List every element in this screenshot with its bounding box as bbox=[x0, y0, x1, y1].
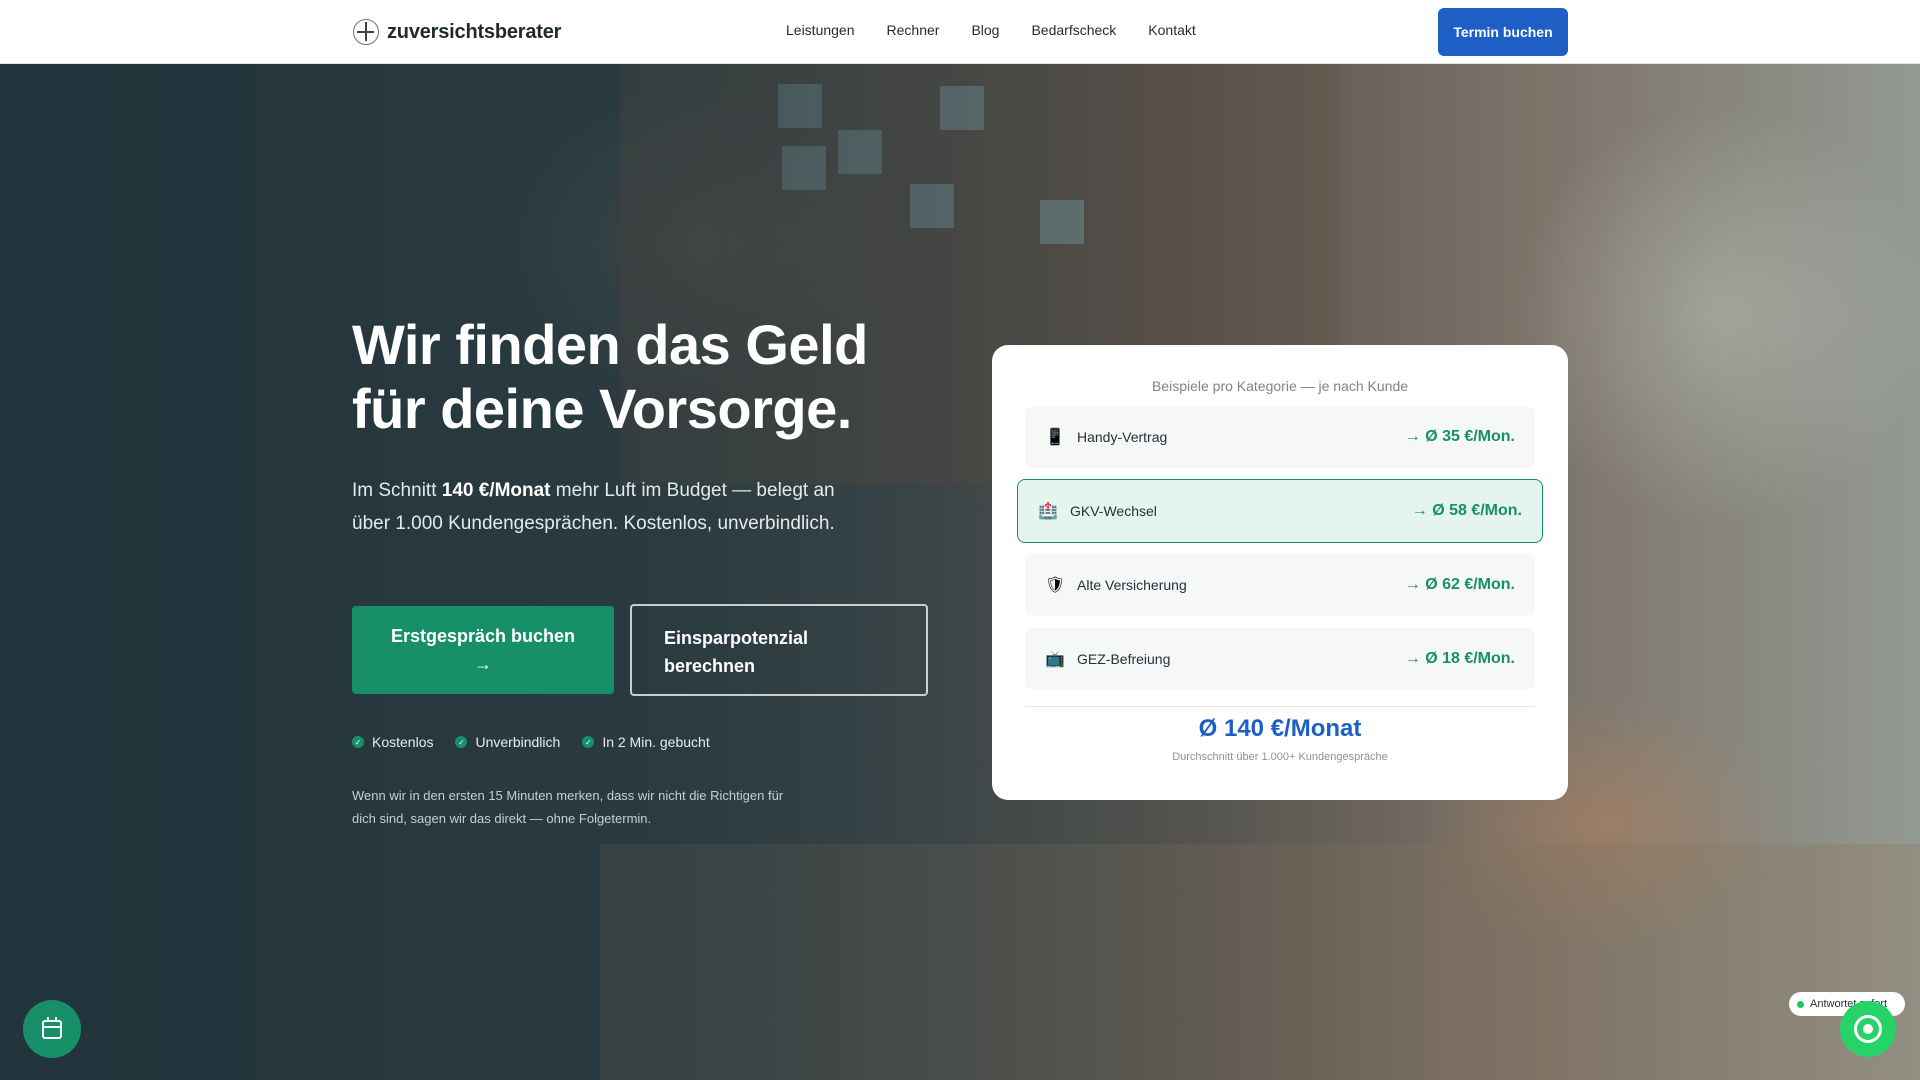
check-item: ✓ In 2 Min. gebucht bbox=[582, 734, 710, 750]
subtitle-highlight: 140 €/Monat bbox=[441, 480, 551, 501]
savings-row-value: → Ø 35 €/Mon. bbox=[1404, 428, 1515, 445]
check-item: ✓ Unverbindlich bbox=[455, 734, 560, 750]
savings-row-gez-befreiung[interactable]: 📺 GEZ-Befreiung → Ø 18 €/Mon. bbox=[1025, 628, 1535, 690]
hospital-icon: 🏥 bbox=[1038, 503, 1058, 520]
book-consultation-button[interactable]: Erstgespräch buchen → bbox=[352, 606, 614, 694]
savings-row-value: → Ø 62 €/Mon. bbox=[1404, 576, 1515, 593]
headline-line-2: für deine Vorsorge. bbox=[352, 377, 852, 440]
main-nav: Leistungen Rechner Blog Bedarfscheck Kon… bbox=[786, 22, 1196, 38]
nav-item-bedarfscheck[interactable]: Bedarfscheck bbox=[1031, 22, 1116, 38]
arrow-right-icon: → bbox=[474, 654, 492, 674]
calculate-savings-label-line-1: Einsparpotenzial bbox=[664, 628, 809, 648]
nav-item-rechner[interactable]: Rechner bbox=[887, 22, 940, 38]
logo-text: zuversichtsberater bbox=[387, 20, 562, 43]
check-label: In 2 Min. gebucht bbox=[602, 734, 710, 750]
checkmark-icon: ✓ bbox=[582, 736, 595, 748]
savings-card-caption: Beispiele pro Kategorie — je nach Kunde bbox=[1151, 378, 1409, 394]
nav-item-leistungen[interactable]: Leistungen bbox=[786, 22, 855, 38]
nav-item-blog[interactable]: Blog bbox=[971, 22, 999, 38]
savings-total-caption: Durchschnitt über 1.000+ Kundengespräche bbox=[1172, 751, 1388, 763]
savings-row-label: GEZ-Befreiung bbox=[1077, 651, 1171, 667]
tv-icon: 📺 bbox=[1045, 651, 1065, 668]
calendar-icon bbox=[42, 1016, 62, 1039]
savings-card: Beispiele pro Kategorie — je nach Kunde … bbox=[992, 345, 1568, 800]
card-divider bbox=[1025, 706, 1535, 707]
shield-icon: 🛡 bbox=[1044, 577, 1066, 594]
whatsapp-button[interactable] bbox=[1840, 1001, 1896, 1057]
checkmark-icon: ✓ bbox=[455, 736, 468, 748]
savings-total: Ø 140 €/Monat bbox=[1198, 715, 1362, 742]
savings-row-alte-versicherung[interactable]: 🛡 Alte Versicherung → Ø 62 €/Mon. bbox=[1025, 554, 1535, 616]
savings-row-label: Handy-Vertrag bbox=[1077, 429, 1168, 445]
mobile-phone-icon: 📱 bbox=[1045, 429, 1065, 446]
hero-overlay bbox=[0, 64, 1920, 1080]
savings-row-label: Alte Versicherung bbox=[1077, 577, 1187, 593]
calendar-button[interactable] bbox=[23, 1000, 81, 1058]
check-label: Unverbindlich bbox=[475, 734, 561, 750]
logo[interactable]: zuversichtsberater bbox=[353, 18, 561, 46]
whatsapp-icon bbox=[1854, 1015, 1882, 1043]
savings-row-value: → Ø 18 €/Mon. bbox=[1404, 650, 1515, 667]
savings-row-value: → Ø 58 €/Mon. bbox=[1411, 502, 1522, 519]
savings-row-handy-vertrag[interactable]: 📱 Handy-Vertrag → Ø 35 €/Mon. bbox=[1025, 406, 1535, 468]
hero-headline: Wir finden das Geld für deine Vorsorge. bbox=[352, 313, 912, 441]
hero-subtitle: Im Schnitt 140 €/Monat mehr Luft im Budg… bbox=[352, 474, 872, 540]
check-item: ✓ Kostenlos bbox=[352, 734, 433, 750]
savings-row-gkv-wechsel[interactable]: 🏥 GKV-Wechsel → Ø 58 €/Mon. bbox=[1017, 479, 1543, 543]
book-consultation-label: Erstgespräch buchen bbox=[390, 626, 576, 646]
book-appointment-button[interactable]: Termin buchen bbox=[1438, 8, 1568, 56]
compass-logo-icon bbox=[353, 19, 379, 45]
headline-line-1: Wir finden das Geld bbox=[352, 313, 868, 376]
checkmark-icon: ✓ bbox=[352, 736, 364, 748]
calculate-savings-label-line-2: berechnen bbox=[664, 656, 756, 676]
trust-checks: ✓ Kostenlos ✓ Unverbindlich ✓ In 2 Min. … bbox=[352, 734, 710, 750]
site-header: zuversichtsberater Leistungen Rechner Bl… bbox=[0, 0, 1920, 64]
calculate-savings-button[interactable]: Einsparpotenzial berechnen bbox=[630, 604, 928, 696]
hero-note: Wenn wir in den ersten 15 Minuten merken… bbox=[352, 788, 784, 826]
subtitle-text: Im Schnitt bbox=[352, 480, 442, 501]
hero-section bbox=[0, 64, 1920, 1080]
online-dot-icon bbox=[1797, 1000, 1804, 1008]
nav-item-kontakt[interactable]: Kontakt bbox=[1148, 22, 1195, 38]
check-label: Kostenlos bbox=[372, 734, 434, 750]
savings-row-label: GKV-Wechsel bbox=[1070, 503, 1157, 519]
